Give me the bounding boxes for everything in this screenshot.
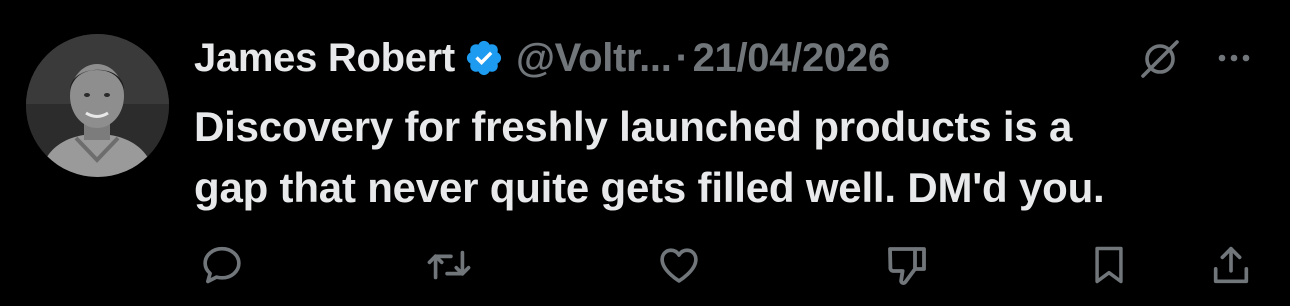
more-icon[interactable] bbox=[1212, 38, 1256, 78]
tweet-text-line: gap that never quite gets filled well. D… bbox=[194, 164, 1105, 211]
repost-icon[interactable] bbox=[422, 238, 476, 292]
like-icon[interactable] bbox=[652, 238, 706, 292]
dislike-icon[interactable] bbox=[880, 238, 934, 292]
tweet[interactable]: James Robert @Voltr... · 21/04/2026 Disc… bbox=[0, 0, 1290, 306]
tweet-text-line: Discovery for freshly launched products … bbox=[194, 103, 1073, 150]
tweet-header: James Robert @Voltr... · 21/04/2026 bbox=[194, 30, 890, 86]
user-handle[interactable]: @Voltr... bbox=[516, 36, 672, 81]
bookmark-icon[interactable] bbox=[1082, 238, 1136, 292]
display-name[interactable]: James Robert bbox=[194, 36, 455, 81]
verified-badge-icon[interactable] bbox=[464, 38, 504, 78]
share-icon[interactable] bbox=[1204, 238, 1258, 292]
tweet-date[interactable]: 21/04/2026 bbox=[693, 36, 891, 81]
separator-dot: · bbox=[675, 35, 689, 80]
tweet-text: Discovery for freshly launched products … bbox=[194, 96, 1274, 218]
grok-icon[interactable] bbox=[1137, 36, 1183, 82]
avatar[interactable] bbox=[26, 34, 169, 177]
reply-icon[interactable] bbox=[195, 238, 249, 292]
